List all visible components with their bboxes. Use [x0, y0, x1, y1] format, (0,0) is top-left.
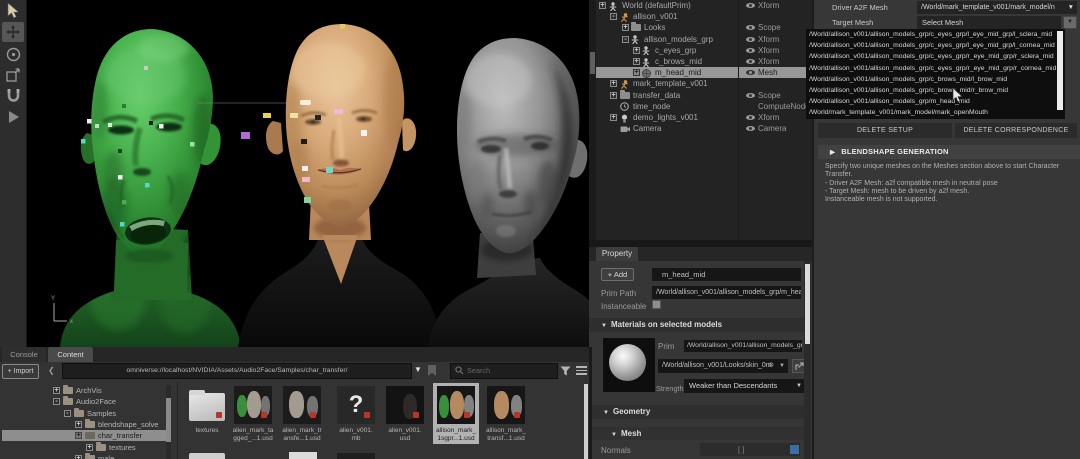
svg-text:x: x: [70, 319, 73, 325]
svg-text:Y: Y: [51, 296, 55, 302]
